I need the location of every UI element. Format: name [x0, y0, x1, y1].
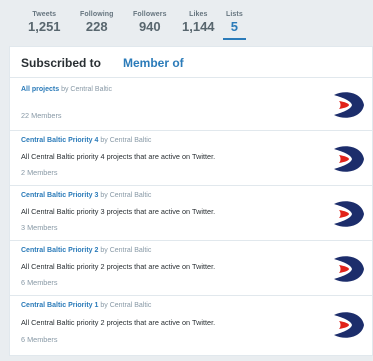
tweets-count: 1,251 [28, 19, 61, 34]
list-members-count: 3 Members [21, 223, 58, 232]
list-item[interactable]: All projects by Central Baltic 22 Member… [10, 78, 372, 131]
list-owner: by Central Baltic [100, 137, 152, 144]
likes-label: Likes [189, 11, 208, 18]
list-description: All Central Baltic priority 4 projects t… [21, 152, 216, 161]
following-count: 228 [85, 19, 108, 34]
list-members-count: 22 Members [21, 111, 62, 120]
lists-tabs: Subscribed to Member of [10, 47, 372, 78]
list-title: Central Baltic Priority 2 by Central Bal… [21, 247, 151, 254]
central-baltic-logo-icon [334, 256, 364, 282]
followers-count: 940 [138, 19, 161, 34]
list-title: Central Baltic Priority 3 by Central Bal… [21, 192, 151, 199]
following-label: Following [80, 11, 114, 18]
central-baltic-logo-icon [334, 146, 364, 172]
list-members-count: 2 Members [21, 168, 58, 177]
list-owner: by Central Baltic [100, 192, 152, 199]
tweets-stat[interactable]: Tweets 1,251 [28, 11, 61, 34]
central-baltic-logo-icon [334, 92, 364, 118]
list-title: Central Baltic Priority 4 by Central Bal… [21, 137, 151, 144]
list-item[interactable]: Central Baltic Priority 2 by Central Bal… [10, 241, 372, 296]
following-stat[interactable]: Following 228 [80, 11, 114, 34]
list-name-link[interactable]: All projects [21, 86, 59, 93]
list-description: All Central Baltic priority 3 projects t… [21, 207, 216, 216]
tab-subscribed-to[interactable]: Subscribed to [21, 56, 101, 70]
list-title: All projects by Central Baltic [21, 86, 112, 93]
followers-stat[interactable]: Followers 940 [133, 11, 167, 34]
profile-stats-nav: Tweets 1,251 Following 228 Followers 940… [0, 0, 373, 44]
list-members-count: 6 Members [21, 335, 58, 344]
list-owner: by Central Baltic [100, 302, 152, 309]
central-baltic-logo-icon [334, 201, 364, 227]
lists-panel: Subscribed to Member of All projects by … [9, 46, 373, 356]
list-description: All Central Baltic priority 2 projects t… [21, 318, 216, 327]
list-item[interactable]: Central Baltic Priority 3 by Central Bal… [10, 186, 372, 241]
list-members-count: 6 Members [21, 278, 58, 287]
list-name-link[interactable]: Central Baltic Priority 1 [21, 302, 98, 309]
lists-stat[interactable]: Lists 5 [223, 11, 246, 40]
central-baltic-logo-icon [334, 312, 364, 338]
list-title: Central Baltic Priority 1 by Central Bal… [21, 302, 151, 309]
followers-label: Followers [133, 11, 167, 18]
list-name-link[interactable]: Central Baltic Priority 3 [21, 192, 98, 199]
likes-stat[interactable]: Likes 1,144 [182, 11, 215, 34]
list-description: All Central Baltic priority 2 projects t… [21, 262, 216, 271]
list-item[interactable]: Central Baltic Priority 4 by Central Bal… [10, 131, 372, 186]
list-name-link[interactable]: Central Baltic Priority 4 [21, 137, 98, 144]
list-owner: by Central Baltic [61, 86, 113, 93]
lists-count: 5 [230, 19, 239, 34]
tab-member-of[interactable]: Member of [123, 56, 184, 70]
list-item[interactable]: Central Baltic Priority 1 by Central Bal… [10, 296, 372, 355]
list-owner: by Central Baltic [100, 247, 152, 254]
list-name-link[interactable]: Central Baltic Priority 2 [21, 247, 98, 254]
tweets-label: Tweets [32, 11, 57, 18]
likes-count: 1,144 [182, 19, 215, 34]
lists-label: Lists [226, 11, 243, 18]
